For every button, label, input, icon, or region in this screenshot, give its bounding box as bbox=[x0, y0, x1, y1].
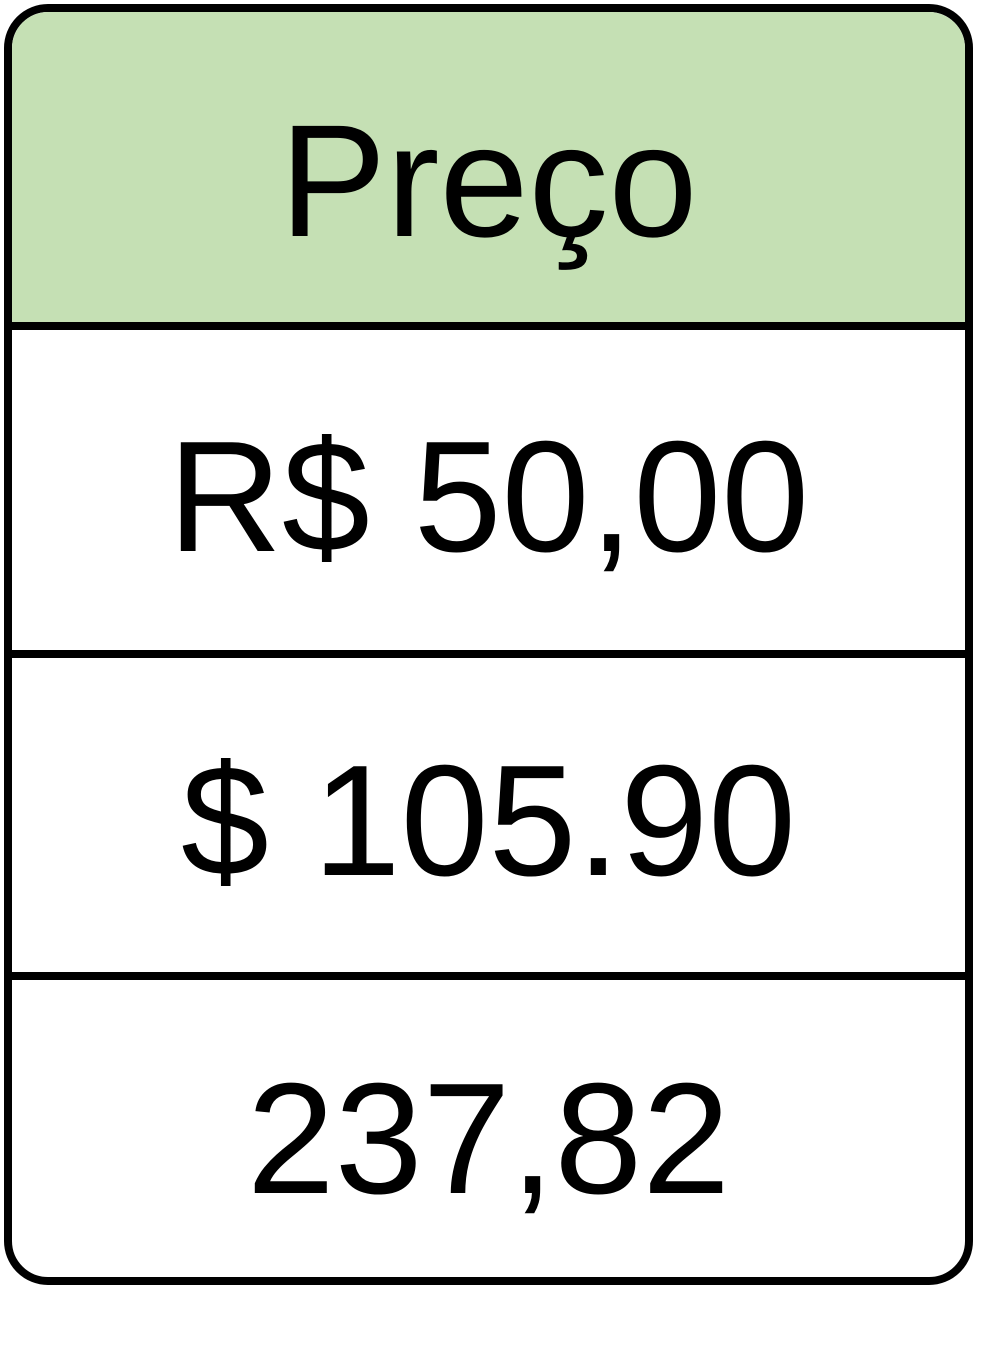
table-row: 237,82 bbox=[12, 980, 965, 1277]
header-label: Preço bbox=[279, 91, 698, 270]
price-table: Preço R$ 50,00 $ 105.90 237,82 bbox=[4, 4, 973, 1285]
table-header: Preço bbox=[12, 12, 965, 330]
price-value: $ 105.90 bbox=[180, 733, 797, 909]
price-value: 237,82 bbox=[246, 1050, 731, 1227]
table-row: $ 105.90 bbox=[12, 658, 965, 980]
table-row: R$ 50,00 bbox=[12, 330, 965, 658]
price-value: R$ 50,00 bbox=[167, 409, 810, 585]
